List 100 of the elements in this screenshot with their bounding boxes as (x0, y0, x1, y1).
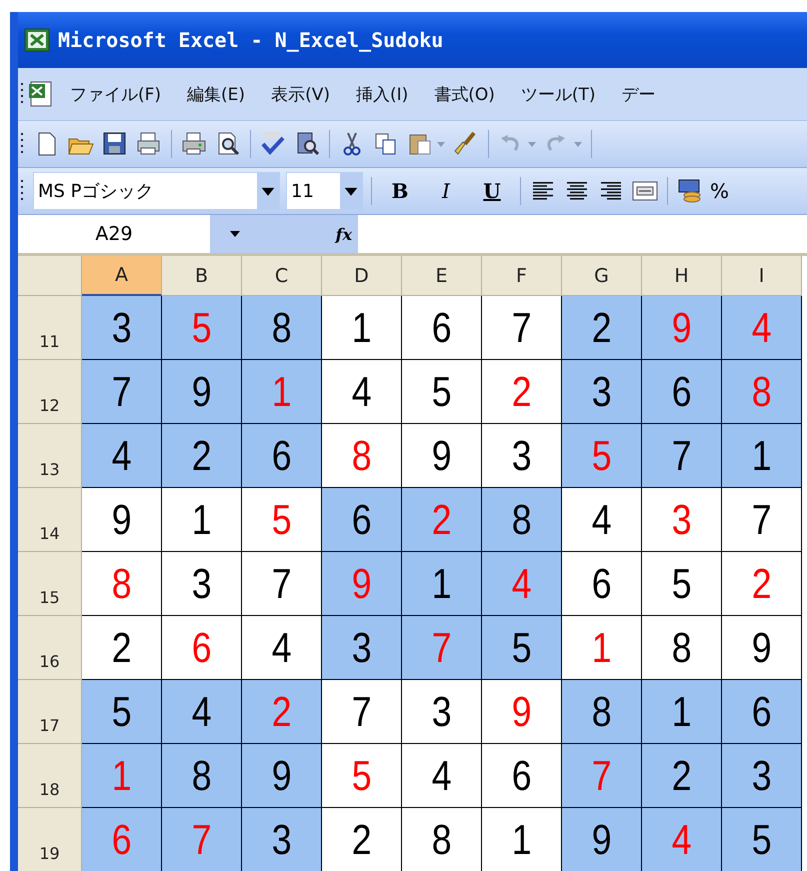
cell-value: 7 (352, 688, 372, 736)
cell-value: 6 (672, 368, 692, 416)
cell-value: 7 (192, 816, 212, 864)
column-header[interactable]: C (242, 256, 322, 296)
cell-value: 5 (112, 688, 132, 736)
cell-value: 5 (272, 496, 292, 544)
cell-value: 6 (352, 496, 372, 544)
column-header[interactable]: F (482, 256, 562, 296)
menu-item[interactable]: 表示(V) (258, 82, 343, 106)
cell-value: 1 (672, 688, 692, 736)
spreadsheet-app-icon (24, 28, 50, 52)
cell-value: 2 (192, 432, 212, 480)
row-header[interactable]: 15 (18, 552, 82, 616)
cell-value: 9 (512, 688, 532, 736)
cell-value: 8 (192, 752, 212, 800)
row-header[interactable]: 12 (18, 360, 82, 424)
insert-function-button[interactable]: fx (336, 224, 358, 244)
cell-reference: A29 (95, 223, 133, 245)
cell-value: 9 (352, 560, 372, 608)
cell-value: 9 (272, 752, 292, 800)
cell-value: 7 (112, 368, 132, 416)
font-size-dropdown[interactable]: 11 (286, 172, 363, 210)
cell-value: 5 (192, 304, 212, 352)
cell-value: 6 (592, 560, 612, 608)
cell-value: 1 (112, 752, 132, 800)
cell-value: 6 (192, 624, 212, 672)
cell-value: 1 (432, 560, 452, 608)
column-header[interactable]: H (642, 256, 722, 296)
cell-value: 8 (112, 560, 132, 608)
cell-value: 7 (272, 560, 292, 608)
cell-value: 1 (192, 496, 212, 544)
underline-button[interactable]: U (472, 175, 512, 207)
spelling-check-icon[interactable] (259, 130, 287, 158)
column-header[interactable]: E (402, 256, 482, 296)
menu-item[interactable]: 編集(E) (174, 82, 258, 106)
cell-value: 2 (752, 560, 772, 608)
menu-item[interactable]: ツール(T) (508, 82, 609, 106)
cell-value: 7 (512, 304, 532, 352)
row-header[interactable]: 17 (18, 680, 82, 744)
cell-value: 4 (272, 624, 292, 672)
column-header[interactable]: A (82, 256, 162, 296)
row-header[interactable]: 18 (18, 744, 82, 808)
cell-value: 1 (592, 624, 612, 672)
cell-value: 5 (592, 432, 612, 480)
row-header[interactable]: 16 (18, 616, 82, 680)
cell-value: 3 (192, 560, 212, 608)
cell-value: 2 (672, 752, 692, 800)
row-header[interactable]: 14 (18, 488, 82, 552)
window-title: Microsoft Excel - N_Excel_Sudoku (58, 28, 444, 52)
font-dropdown[interactable]: MS Pゴシック (33, 172, 280, 210)
cell-value: 9 (192, 368, 212, 416)
cell-value: 4 (192, 688, 212, 736)
cell-value: 7 (672, 432, 692, 480)
column-header[interactable]: G (562, 256, 642, 296)
cell-value: 4 (112, 432, 132, 480)
menu-item[interactable]: ファイル(F) (57, 82, 174, 106)
cell-value: 8 (352, 432, 372, 480)
cell-value: 6 (752, 688, 772, 736)
cell-value: 6 (432, 304, 452, 352)
dropdown-caret-icon[interactable] (340, 173, 362, 209)
italic-button[interactable]: I (426, 175, 466, 207)
cell-value: 1 (512, 816, 532, 864)
column-header[interactable]: D (322, 256, 402, 296)
cell-value: 2 (272, 688, 292, 736)
menu-item[interactable]: 挿入(I) (342, 82, 422, 106)
cell-value: 9 (752, 624, 772, 672)
bold-button[interactable]: B (380, 175, 420, 207)
column-header[interactable]: I (722, 256, 802, 296)
column-header[interactable]: B (162, 256, 242, 296)
cell-value: 3 (432, 688, 452, 736)
row-header[interactable]: 13 (18, 424, 82, 488)
row-header[interactable]: 11 (18, 296, 82, 360)
cell-value: 5 (672, 560, 692, 608)
cell-value: 2 (592, 304, 612, 352)
cell-value: 7 (752, 496, 772, 544)
cell-value: 3 (352, 624, 372, 672)
dropdown-caret-icon[interactable] (257, 173, 279, 209)
cell-value: 4 (432, 752, 452, 800)
cell-value: 8 (672, 624, 692, 672)
cell-value: 8 (752, 368, 772, 416)
cell-value: 1 (272, 368, 292, 416)
cell-value: 3 (752, 752, 772, 800)
cell-value: 6 (512, 752, 532, 800)
cell-value: 2 (512, 368, 532, 416)
cell-value: 2 (432, 496, 452, 544)
cell-value: 3 (592, 368, 612, 416)
cell-value: 6 (272, 432, 292, 480)
dropdown-caret-icon[interactable] (228, 229, 242, 239)
font-name: MS Pゴシック (37, 180, 155, 203)
row-header[interactable]: 19 (18, 808, 82, 871)
cell-value: 4 (592, 496, 612, 544)
cell-value: 1 (752, 432, 772, 480)
percent-style-button[interactable]: % (710, 175, 734, 207)
cell-value: 4 (752, 304, 772, 352)
cell-value: 2 (112, 624, 132, 672)
cell-value: 9 (432, 432, 452, 480)
menu-item[interactable]: デー (608, 82, 669, 106)
menu-item[interactable]: 書式(O) (421, 82, 508, 106)
cell-value: 8 (592, 688, 612, 736)
cell-value: 8 (512, 496, 532, 544)
